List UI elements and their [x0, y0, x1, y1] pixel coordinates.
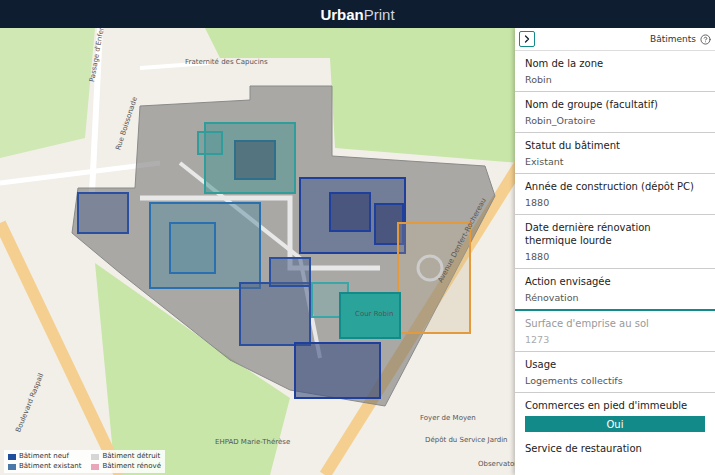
field-value[interactable]: Existant	[525, 152, 705, 169]
street	[0, 223, 120, 475]
chevron-right-icon	[521, 33, 533, 45]
logo-strong: Urban	[320, 6, 363, 23]
field-value[interactable]: Robin_Oratoire	[525, 111, 705, 128]
form-field[interactable]: Action envisagéeRénovation	[515, 269, 715, 311]
park	[0, 28, 95, 158]
building[interactable]	[150, 203, 260, 288]
form-field[interactable]: UsageLogements collectifs	[515, 352, 715, 393]
form-field[interactable]: Nom de la zoneRobin	[515, 51, 715, 92]
building[interactable]	[340, 293, 400, 338]
form-field: Surface d'emprise au sol1273	[515, 311, 715, 352]
form-field[interactable]: Année de construction (dépôt PC)1880	[515, 174, 715, 215]
panel-title: Bâtiments	[650, 34, 696, 44]
logo-light: Print	[364, 6, 395, 23]
logo: UrbanPrint	[320, 6, 394, 23]
legend-item: Bâtiment existant	[8, 462, 81, 471]
map-label: EHPAD Marie-Thérèse	[215, 438, 290, 446]
map-label: Foyer de Moyen	[420, 414, 476, 422]
app-screen: UrbanPrint Passage d'EnferRue BoissonadeB…	[0, 0, 715, 475]
map-label: Cour Robin	[355, 310, 393, 318]
field-value[interactable]: Logements collectifs	[525, 371, 705, 388]
map-label: Fraternité des Capucins	[185, 58, 268, 66]
building[interactable]	[235, 141, 275, 179]
map-label: Dépôt du Service Jardin	[425, 436, 508, 444]
field-value: 1273	[525, 330, 705, 347]
form-field[interactable]: Statut du bâtimentExistant	[515, 133, 715, 174]
collapse-button[interactable]	[519, 31, 535, 47]
field-value[interactable]: 1880	[525, 193, 705, 210]
building[interactable]	[295, 343, 380, 398]
legend-swatch	[8, 464, 16, 470]
building[interactable]	[78, 193, 128, 233]
field-value[interactable]: Robin	[525, 70, 705, 87]
toggle-button[interactable]: Oui	[525, 416, 705, 432]
legend-item: Bâtiment détruit	[91, 452, 161, 461]
building[interactable]	[198, 132, 222, 154]
legend-swatch	[91, 464, 99, 470]
legend: Bâtiment neuf Bâtiment détruit Bâtiment ex…	[4, 450, 165, 473]
field-value[interactable]: 1880	[525, 247, 705, 264]
form-field[interactable]: Nom de groupe (facultatif)Robin_Oratoire	[515, 92, 715, 133]
field-value[interactable]: Rénovation	[525, 288, 705, 305]
toggle-field: Commerces en pied d'immeubleOui	[515, 393, 715, 436]
form-field[interactable]: Date dernière rénovation thermique lourd…	[515, 215, 715, 269]
help-icon[interactable]	[700, 34, 711, 45]
legend-item: Bâtiment neuf	[8, 452, 81, 461]
legend-item: Bâtiment rénové	[91, 462, 161, 471]
panel-header: Bâtiments	[515, 28, 715, 51]
top-bar: UrbanPrint	[0, 0, 715, 28]
map[interactable]: Passage d'EnferRue BoissonadeBoulevard R…	[0, 28, 715, 475]
building[interactable]	[300, 178, 405, 253]
legend-swatch	[8, 454, 16, 460]
buildings-panel: Bâtiments Nom de la zoneRobinNom de group…	[515, 28, 715, 475]
building[interactable]	[330, 193, 370, 231]
building[interactable]	[270, 258, 310, 286]
building[interactable]	[240, 283, 310, 345]
building[interactable]	[170, 223, 215, 273]
field-heading: Service de restauration	[515, 436, 715, 459]
zone[interactable]	[72, 86, 495, 406]
legend-swatch	[91, 454, 99, 460]
